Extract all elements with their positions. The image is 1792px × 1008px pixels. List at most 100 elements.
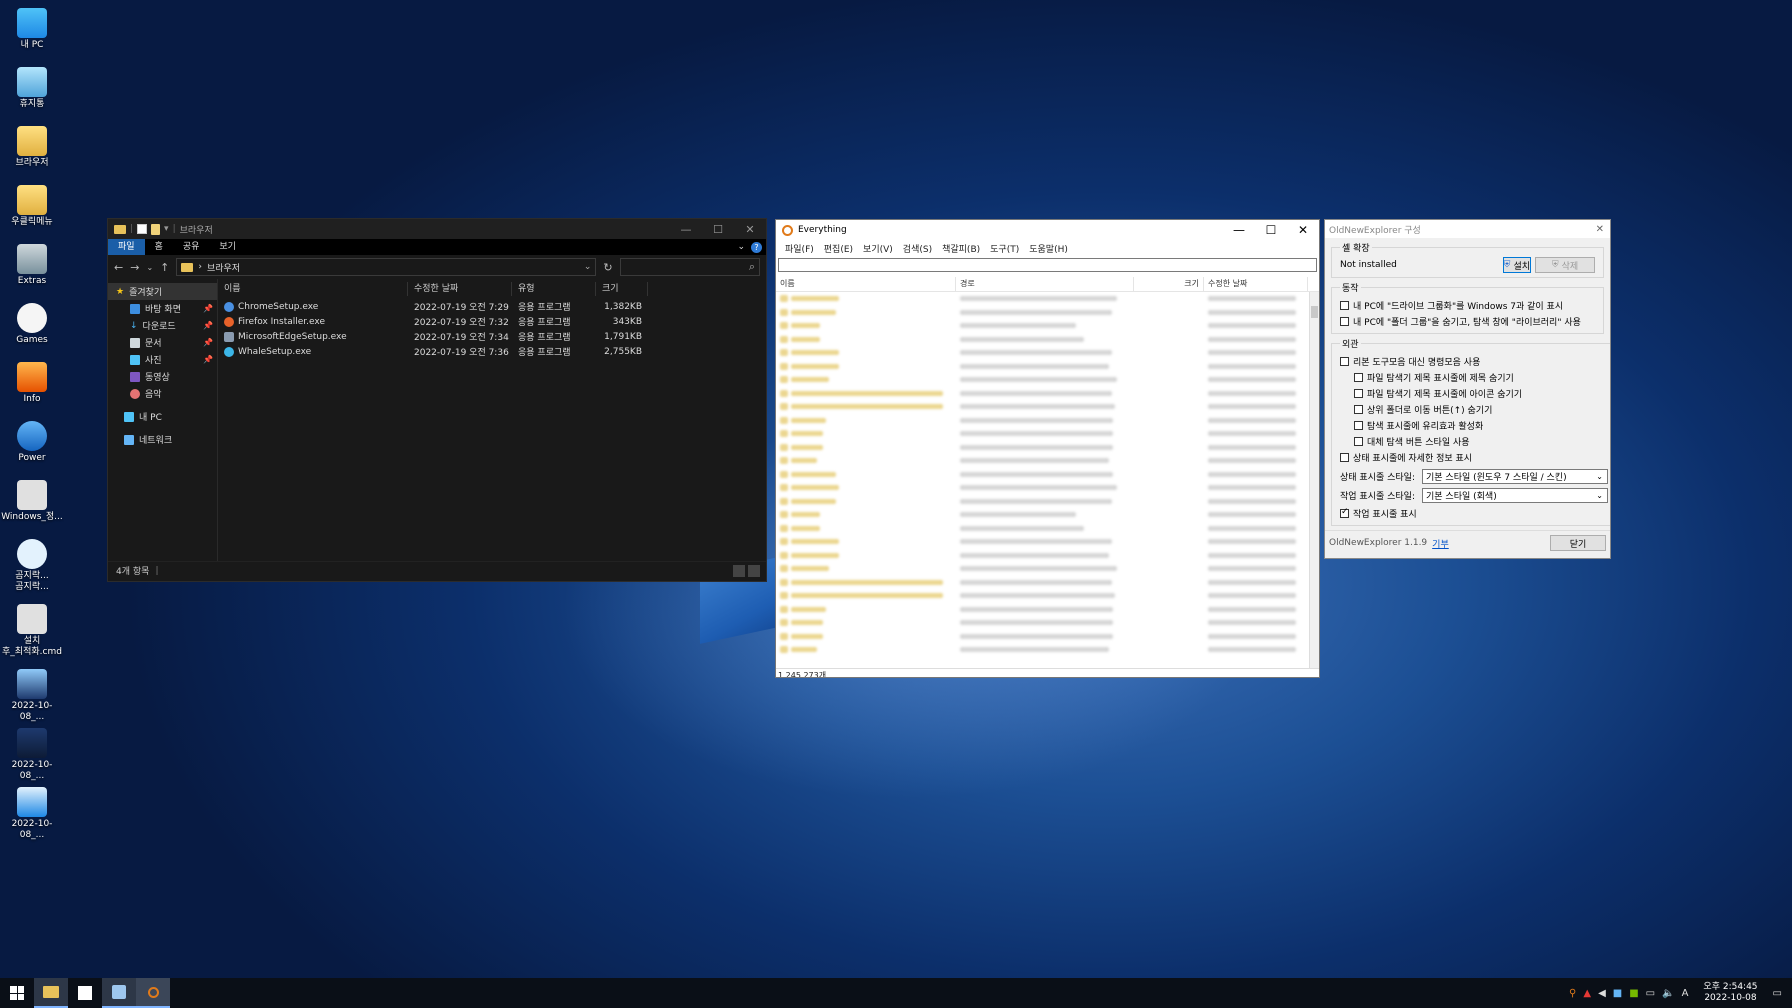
result-row[interactable] xyxy=(776,400,1319,414)
show-taskbar-option[interactable]: 작업 표시줄 표시 xyxy=(1340,505,1608,521)
menu-edit[interactable]: 편집(E) xyxy=(819,242,858,255)
result-row[interactable] xyxy=(776,319,1319,333)
column-header-size[interactable]: 크기 xyxy=(596,282,648,296)
result-row[interactable] xyxy=(776,306,1319,320)
close-button[interactable]: ✕ xyxy=(734,223,766,236)
column-header-name[interactable]: 이름 xyxy=(776,276,956,291)
result-row[interactable] xyxy=(776,562,1319,576)
taskbar-oldnewexplorer[interactable] xyxy=(102,978,136,1008)
appearance-option-glass[interactable]: 탐색 표시줄에 유리효과 활성화 xyxy=(1340,417,1608,433)
breadcrumb[interactable]: 브라우저 xyxy=(207,261,240,274)
result-row[interactable] xyxy=(776,346,1319,360)
uninstall-button[interactable]: ⛨ 삭제 xyxy=(1535,257,1595,273)
checkbox[interactable] xyxy=(1340,316,1349,326)
checkbox[interactable] xyxy=(1354,388,1363,398)
file-explorer-window[interactable]: | ▾ | 브라우저 — ☐ ✕ 파일 홈 공유 보기 ⌄ ? ← → ⌄ ↑ … xyxy=(107,218,767,582)
desktop-icon-browser-folder[interactable]: 브라우저 xyxy=(0,122,64,180)
file-row[interactable]: ChromeSetup.exe 2022-07-19 오전 7:29 응용 프로… xyxy=(218,299,766,314)
minimize-button[interactable]: — xyxy=(670,223,702,236)
checkbox[interactable] xyxy=(1354,372,1363,382)
address-bar[interactable]: › 브라우저 ⌄ xyxy=(176,258,597,276)
desktop-icon-screenshot-2[interactable]: 2022-10-08_... xyxy=(0,724,64,782)
checkbox[interactable] xyxy=(1340,452,1349,462)
details-view-button[interactable] xyxy=(733,564,745,577)
tab-file[interactable]: 파일 xyxy=(108,239,145,255)
scrollbar-thumb[interactable] xyxy=(1311,306,1318,318)
desktop-icon-context-menu-folder[interactable]: 우클릭메뉴 xyxy=(0,181,64,239)
desktop-icon-games[interactable]: Games xyxy=(0,299,64,357)
checkbox[interactable] xyxy=(1340,356,1349,366)
result-row[interactable] xyxy=(776,576,1319,590)
vertical-scrollbar[interactable] xyxy=(1309,292,1319,668)
network-icon[interactable]: ▭ xyxy=(1646,988,1655,999)
notification-icon[interactable]: ▭ xyxy=(1773,988,1782,999)
menu-file[interactable]: 파일(F) xyxy=(780,242,819,255)
column-header-path[interactable]: 경로 xyxy=(956,276,1134,291)
desktop-icon-ie[interactable]: 곰지락... 곰지락... xyxy=(0,535,64,597)
onex-titlebar[interactable]: OldNewExplorer 구성 ✕ xyxy=(1325,220,1610,238)
menu-tools[interactable]: 도구(T) xyxy=(985,242,1024,255)
recent-locations-icon[interactable]: ⌄ xyxy=(146,263,153,272)
result-row[interactable] xyxy=(776,643,1319,657)
result-row[interactable] xyxy=(776,427,1319,441)
everything-tray-icon[interactable]: ⚲ xyxy=(1569,988,1576,999)
address-dropdown-icon[interactable]: ⌄ xyxy=(584,262,596,272)
result-list[interactable] xyxy=(776,292,1319,668)
file-row[interactable]: MicrosoftEdgeSetup.exe 2022-07-19 오전 7:3… xyxy=(218,329,766,344)
taskbar-store[interactable] xyxy=(68,978,102,1008)
nav-item-pictures[interactable]: 사진 📌 xyxy=(108,351,217,368)
up-icon[interactable]: ↑ xyxy=(160,261,169,274)
nav-item-music[interactable]: 음악 xyxy=(108,385,217,402)
help-icon[interactable]: ? xyxy=(751,241,762,253)
start-button[interactable] xyxy=(0,978,34,1008)
checkbox[interactable] xyxy=(1340,300,1349,310)
desktop-icon-my-pc[interactable]: 내 PC xyxy=(0,4,64,62)
forward-icon[interactable]: → xyxy=(130,261,139,274)
new-folder-icon[interactable] xyxy=(151,223,161,235)
oldnewexplorer-config-window[interactable]: OldNewExplorer 구성 ✕ 셸 확장 Not installed ⛨… xyxy=(1324,219,1611,559)
result-row[interactable] xyxy=(776,535,1319,549)
large-icons-view-button[interactable] xyxy=(748,564,760,577)
column-header-date[interactable]: 수정한 날짜 xyxy=(408,282,512,296)
maximize-button[interactable]: ☐ xyxy=(702,223,734,236)
search-input[interactable]: ⌕ xyxy=(619,258,760,276)
desktop-icon-screenshot-1[interactable]: 2022-10-08_... xyxy=(0,665,64,723)
minimize-button[interactable]: — xyxy=(1223,223,1255,237)
search-input[interactable] xyxy=(778,258,1317,272)
nav-item-videos[interactable]: 동영상 xyxy=(108,368,217,385)
speaker-tray-icon[interactable]: ◀ xyxy=(1598,988,1606,999)
menu-help[interactable]: 도움말(H) xyxy=(1024,242,1073,255)
warning-icon[interactable]: ▲ xyxy=(1583,988,1591,999)
result-row[interactable] xyxy=(776,549,1319,563)
donate-link[interactable]: 기부 xyxy=(1432,537,1449,550)
appearance-option-detailed-status[interactable]: 상태 표시줄에 자세한 정보 표시 xyxy=(1340,449,1608,465)
nav-item-this-pc[interactable]: 내 PC xyxy=(108,408,217,425)
menu-bookmarks[interactable]: 책갈피(B) xyxy=(937,242,985,255)
result-row[interactable] xyxy=(776,373,1319,387)
desktop-icon-power[interactable]: Power xyxy=(0,417,64,475)
statusbar-style-select[interactable]: 기본 스타일 (윈도우 7 스타일 / 스킨) ⌄ xyxy=(1422,469,1608,484)
menu-search[interactable]: 검색(S) xyxy=(898,242,937,255)
result-row[interactable] xyxy=(776,495,1319,509)
result-row[interactable] xyxy=(776,481,1319,495)
shield-tray-icon[interactable]: ■ xyxy=(1613,988,1622,999)
tab-view[interactable]: 보기 xyxy=(209,239,246,255)
result-row[interactable] xyxy=(776,292,1319,306)
result-row[interactable] xyxy=(776,616,1319,630)
checkbox-checked[interactable] xyxy=(1340,507,1349,518)
file-row[interactable]: Firefox Installer.exe 2022-07-19 오전 7:32… xyxy=(218,314,766,329)
appearance-option-hide-icon[interactable]: 파일 탐색기 제목 표시줄에 아이콘 숨기기 xyxy=(1340,385,1608,401)
result-row[interactable] xyxy=(776,441,1319,455)
refresh-icon[interactable]: ↻ xyxy=(603,261,612,274)
checkbox[interactable] xyxy=(1354,420,1363,430)
appearance-option-command-bar[interactable]: 리본 도구모음 대신 명령모음 사용 xyxy=(1340,353,1608,369)
everything-titlebar[interactable]: Everything — ☐ ✕ xyxy=(776,220,1319,240)
desktop-icon-windows-settings[interactable]: Windows_정... xyxy=(0,476,64,534)
appearance-option-hide-title[interactable]: 파일 탐색기 제목 표시줄에 제목 숨기기 xyxy=(1340,369,1608,385)
result-row[interactable] xyxy=(776,468,1319,482)
volume-icon[interactable]: 🔈 xyxy=(1662,988,1674,999)
desktop-icon-screenshot-3[interactable]: 2022-10-08_... xyxy=(0,783,64,841)
desktop-icon-recycle-bin[interactable]: 휴지통 xyxy=(0,63,64,121)
checkbox[interactable] xyxy=(1354,436,1363,446)
result-row[interactable] xyxy=(776,589,1319,603)
